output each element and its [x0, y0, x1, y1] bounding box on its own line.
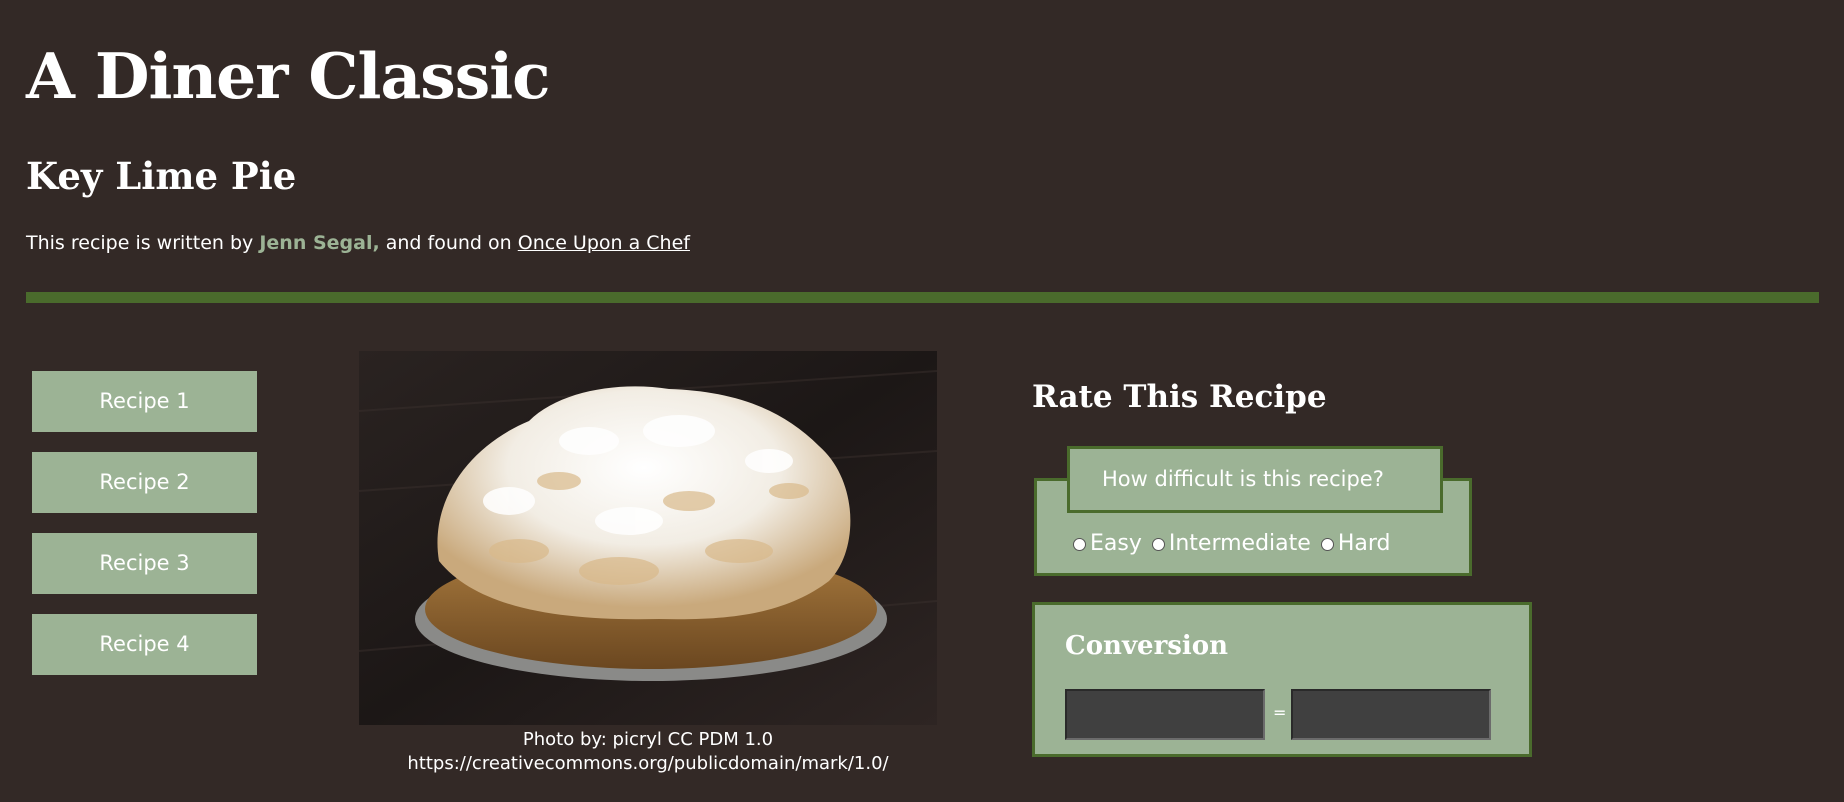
equals-sign: =	[1273, 703, 1287, 722]
nav-button-recipe-3[interactable]: Recipe 3	[32, 533, 257, 594]
difficulty-options: Easy Intermediate Hard	[1073, 529, 1400, 559]
nav-button-recipe-4[interactable]: Recipe 4	[32, 614, 257, 675]
license-url: https://creativecommons.org/publicdomain…	[407, 753, 889, 774]
page-title: A Diner Classic	[26, 39, 551, 113]
nav-button-recipe-2[interactable]: Recipe 2	[32, 452, 257, 513]
rate-title: Rate This Recipe	[1032, 379, 1327, 415]
author-name: Jenn Segal,	[259, 232, 380, 254]
divider	[26, 292, 1819, 303]
pie-photo	[359, 351, 937, 725]
byline: This recipe is written by Jenn Segal, an…	[26, 230, 690, 256]
option-easy-label: Easy	[1090, 531, 1142, 556]
option-easy[interactable]: Easy	[1073, 529, 1142, 559]
option-intermediate[interactable]: Intermediate	[1151, 529, 1311, 559]
conversion-panel: Conversion =	[1032, 602, 1532, 757]
photo-credit: Photo by: picryl CC PDM 1.0	[522, 729, 774, 750]
byline-middle: and found on	[385, 232, 512, 254]
option-intermediate-label: Intermediate	[1168, 531, 1311, 556]
option-hard[interactable]: Hard	[1320, 529, 1391, 559]
photo-caption: Photo by: picryl CC PDM 1.0 https://crea…	[359, 728, 937, 776]
byline-prefix: This recipe is written by	[26, 232, 254, 254]
radio-intermediate[interactable]	[1151, 537, 1165, 551]
conversion-title: Conversion	[1065, 631, 1229, 661]
conversion-input-left[interactable]	[1065, 689, 1265, 740]
radio-easy[interactable]	[1073, 537, 1086, 551]
option-hard-label: Hard	[1337, 531, 1391, 556]
conversion-input-right[interactable]	[1291, 689, 1491, 740]
radio-hard[interactable]	[1320, 537, 1334, 551]
recipe-nav: Recipe 1 Recipe 2 Recipe 3 Recipe 4	[32, 371, 257, 695]
recipe-title: Key Lime Pie	[26, 154, 297, 198]
recipe-figure: Photo by: picryl CC PDM 1.0 https://crea…	[359, 351, 937, 776]
source-link[interactable]: Once Upon a Chef	[518, 232, 690, 254]
nav-button-recipe-1[interactable]: Recipe 1	[32, 371, 257, 432]
difficulty-question: How difficult is this recipe?	[1067, 446, 1443, 513]
